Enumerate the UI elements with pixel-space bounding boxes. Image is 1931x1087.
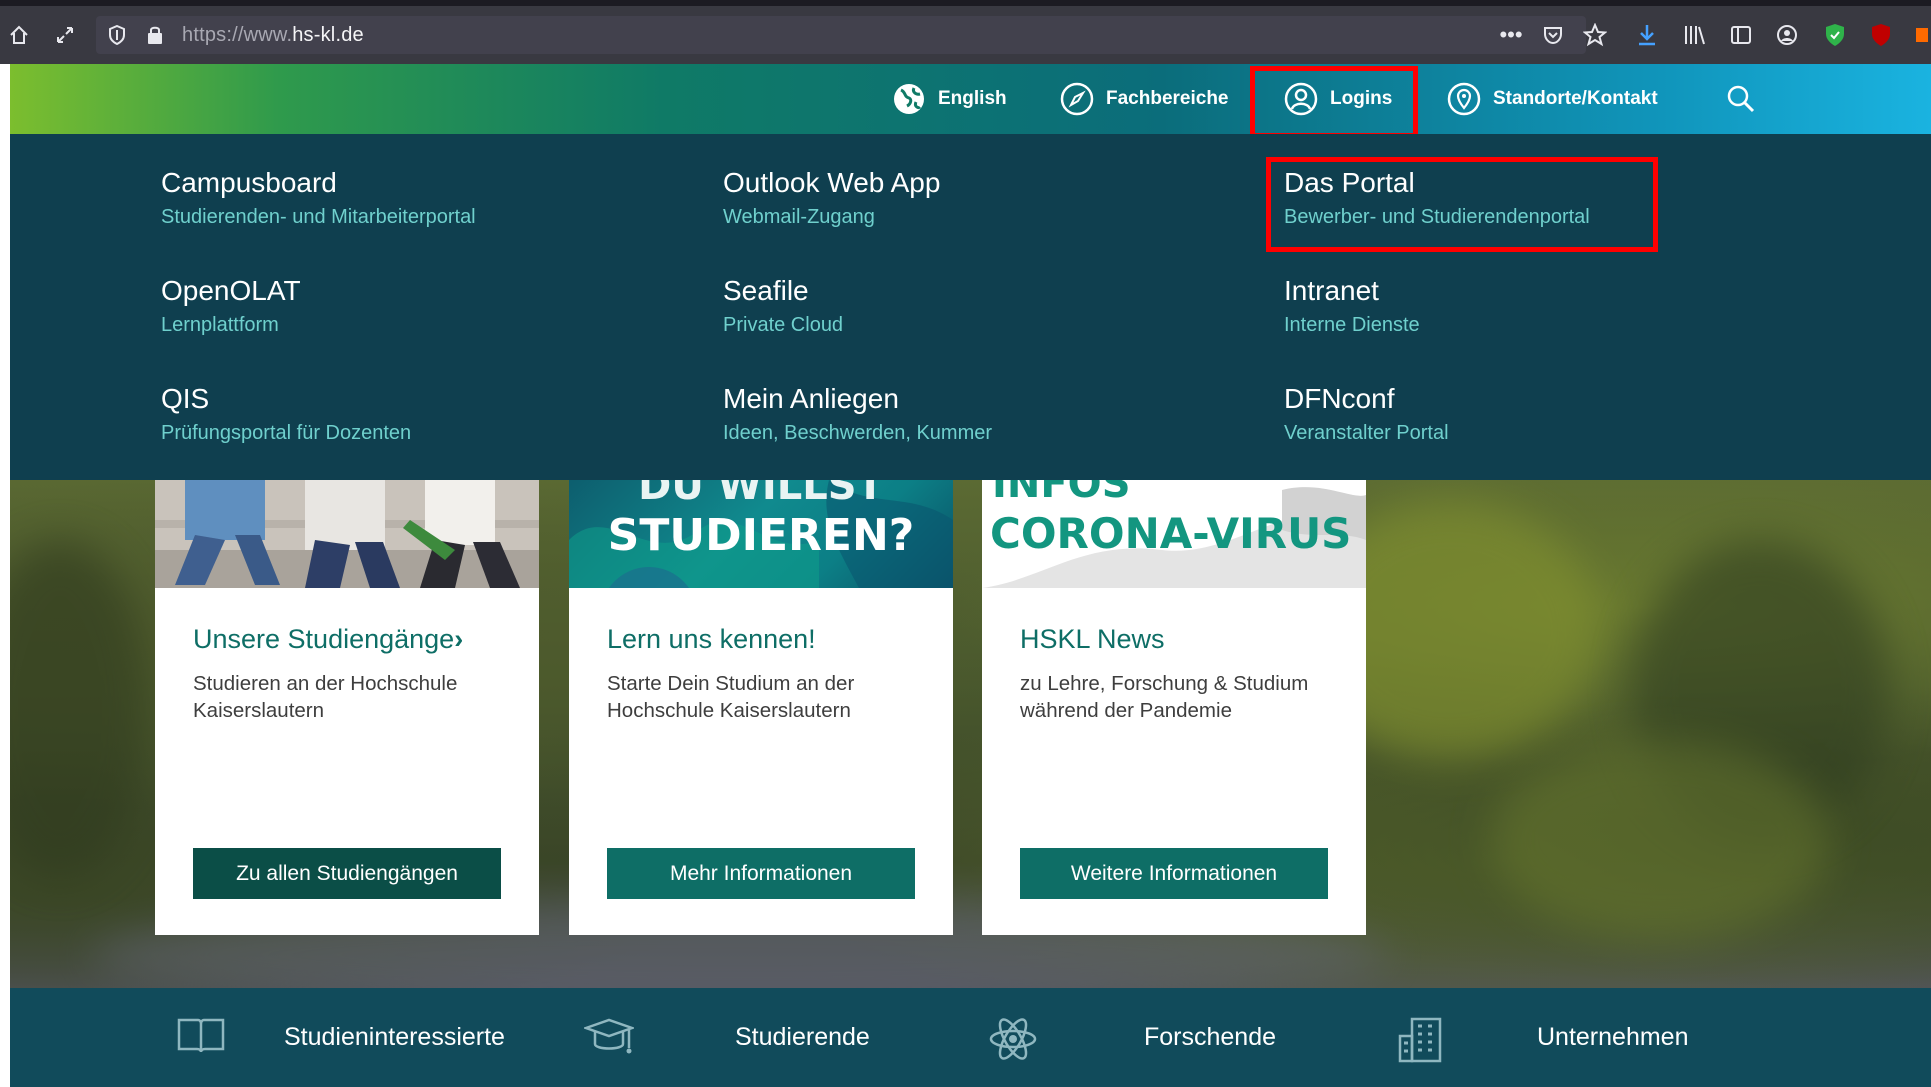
top-navigation: English Fachbereiche Logins Standorte/Ko… <box>10 64 1931 134</box>
search-icon <box>1727 85 1755 113</box>
foliage-blur <box>10 540 150 880</box>
login-intranet[interactable]: Intranet Interne Dienste <box>1284 274 1420 339</box>
account-icon[interactable] <box>1772 6 1802 64</box>
globe-icon <box>894 84 924 114</box>
foliage-blur <box>1490 740 1830 940</box>
login-dfnconf[interactable]: DFNconf Veranstalter Portal <box>1284 382 1449 447</box>
card-hskl-news: INFOS CORONA-VIRUS HSKL News zu Lehre, F… <box>982 480 1366 935</box>
das-portal-highlight <box>1266 157 1658 252</box>
card-title[interactable]: Unsere Studiengänge› <box>193 624 463 655</box>
login-title: Intranet <box>1284 275 1379 306</box>
building-icon <box>1396 1016 1446 1069</box>
search-button[interactable] <box>1726 64 1768 134</box>
nav-standorte-kontakt[interactable]: Standorte/Kontakt <box>1447 64 1658 134</box>
login-subtitle: Studierenden- und Mitarbeiterportal <box>161 206 476 228</box>
nav-english[interactable]: English <box>892 64 1007 134</box>
star-icon[interactable] <box>1580 6 1610 64</box>
login-title: DFNconf <box>1284 383 1395 414</box>
banner-text-top: DU WILLST <box>638 480 884 509</box>
bottom-navigation: Studieninteressierte Studierende Forsche… <box>10 988 1931 1087</box>
download-icon[interactable] <box>1632 6 1662 64</box>
card-title[interactable]: HSKL News <box>1020 624 1165 655</box>
bottom-nav-studierende[interactable]: Studierende <box>735 988 870 1087</box>
lock-icon[interactable] <box>140 16 170 54</box>
login-subtitle: Lernplattform <box>161 314 279 336</box>
login-subtitle: Interne Dienste <box>1284 314 1420 336</box>
card-title[interactable]: Lern uns kennen! <box>607 624 816 655</box>
login-subtitle: Private Cloud <box>723 314 844 336</box>
fullscreen-icon[interactable] <box>48 6 82 64</box>
left-page-edge <box>0 64 10 1087</box>
login-openolat[interactable]: OpenOLAT Lernplattform <box>161 274 301 339</box>
compass-icon <box>1060 82 1094 116</box>
ublock-icon[interactable] <box>1866 6 1896 64</box>
login-title: QIS <box>161 383 210 414</box>
url-domain: hs-kl.de <box>292 24 364 46</box>
login-title: OpenOLAT <box>161 275 301 306</box>
students-photo <box>155 480 539 588</box>
url-bar[interactable]: https://www.hs-kl.de <box>96 16 1586 54</box>
atom-icon <box>988 1016 1038 1067</box>
login-subtitle: Prüfungsportal für Dozenten <box>161 422 412 444</box>
login-subtitle: Webmail-Zugang <box>723 206 875 228</box>
further-info-button[interactable]: Weitere Informationen <box>1020 848 1328 899</box>
sidebar-icon[interactable] <box>1726 6 1756 64</box>
logins-highlight <box>1250 66 1418 138</box>
shield-icon[interactable] <box>102 16 132 54</box>
book-icon <box>176 1016 226 1061</box>
library-icon[interactable] <box>1680 6 1710 64</box>
login-qis[interactable]: QIS Prüfungsportal für Dozenten <box>161 382 411 447</box>
login-title: Mein Anliegen <box>723 383 899 414</box>
url-text: https://www.hs-kl.de <box>182 16 364 54</box>
card-studiengaenge: Unsere Studiengänge› Studieren an der Ho… <box>155 480 539 935</box>
card-text: Studieren an der Hochschule Kaiserslaute… <box>193 672 458 722</box>
nav-english-label: English <box>938 88 1007 109</box>
pocket-icon[interactable] <box>1538 6 1568 64</box>
url-prefix: https://www. <box>182 24 293 46</box>
extension-icon[interactable] <box>1910 6 1931 64</box>
login-mein-anliegen[interactable]: Mein Anliegen Ideen, Beschwerden, Kummer <box>723 382 992 447</box>
bottom-nav-forschende[interactable]: Forschende <box>1144 988 1276 1087</box>
chevron-right-icon: › <box>454 624 464 654</box>
banner-text-main: CORONA-VIRUS <box>990 509 1352 558</box>
login-title: Seafile <box>723 275 809 306</box>
more-icon[interactable]: ••• <box>1496 6 1526 64</box>
login-seafile[interactable]: Seafile Private Cloud <box>723 274 843 339</box>
card-text: zu Lehre, Forschung & Studium während de… <box>1020 672 1309 722</box>
bottom-nav-unternehmen[interactable]: Unternehmen <box>1537 988 1688 1087</box>
login-title: Outlook Web App <box>723 167 941 198</box>
login-title: Campusboard <box>161 167 337 198</box>
login-campusboard[interactable]: Campusboard Studierenden- und Mitarbeite… <box>161 166 476 231</box>
nav-fachbereiche[interactable]: Fachbereiche <box>1060 64 1229 134</box>
card-lern-uns-kennen: DU WILLST STUDIEREN? Lern uns kennen! St… <box>569 480 953 935</box>
browser-toolbar: https://www.hs-kl.de ••• <box>0 6 1931 64</box>
nav-fachbereiche-label: Fachbereiche <box>1106 88 1229 109</box>
login-subtitle: Ideen, Beschwerden, Kummer <box>723 422 993 444</box>
login-outlook[interactable]: Outlook Web App Webmail-Zugang <box>723 166 940 231</box>
card-text: Starte Dein Studium an der Hochschule Ka… <box>607 672 855 722</box>
shield-extension-icon[interactable] <box>1820 6 1850 64</box>
all-programs-button[interactable]: Zu allen Studiengängen <box>193 848 501 899</box>
corona-banner: INFOS CORONA-VIRUS <box>982 480 1366 588</box>
graduation-cap-icon <box>582 1016 636 1065</box>
login-subtitle: Veranstalter Portal <box>1284 422 1449 444</box>
bottom-nav-studieninteressierte[interactable]: Studieninteressierte <box>284 988 505 1087</box>
card-title-text: Unsere Studiengänge <box>193 624 455 654</box>
location-pin-icon <box>1447 82 1481 116</box>
nav-standorte-label: Standorte/Kontakt <box>1493 88 1658 109</box>
banner-text-main: STUDIEREN? <box>607 510 915 561</box>
studieren-banner: DU WILLST STUDIEREN? <box>569 480 953 588</box>
more-info-button[interactable]: Mehr Informationen <box>607 848 915 899</box>
banner-text-top: INFOS <box>992 480 1131 507</box>
home-icon[interactable] <box>4 6 34 64</box>
